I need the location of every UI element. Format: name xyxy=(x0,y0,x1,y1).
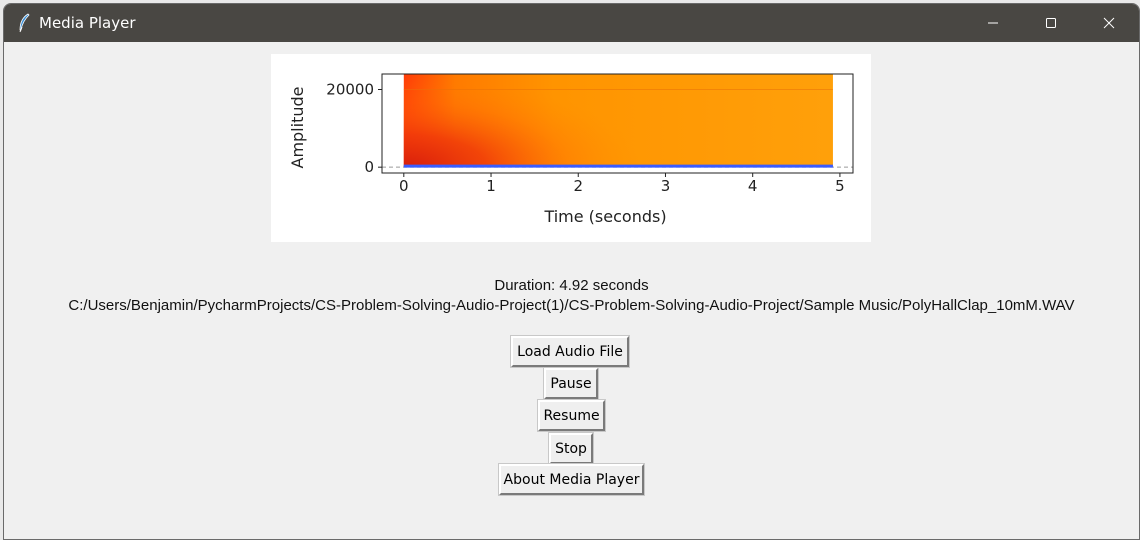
minimize-button[interactable] xyxy=(964,4,1022,42)
about-media-player-button[interactable]: About Media Player xyxy=(498,463,645,496)
title-bar[interactable]: Media Player xyxy=(4,4,1139,42)
y-tick-label: 0 xyxy=(364,158,374,176)
x-tick-label: 4 xyxy=(748,177,758,195)
maximize-icon xyxy=(1045,17,1057,29)
spectrogram-chart: 0 1 2 3 4 5 0 20000 Time (seconds) Amplitude xyxy=(288,73,854,226)
resume-button[interactable]: Resume xyxy=(537,399,606,432)
filepath-label: C:/Users/Benjamin/PycharmProjects/CS-Pro… xyxy=(68,297,1075,314)
window-title: Media Player xyxy=(39,14,136,32)
close-icon xyxy=(1103,17,1115,29)
duration-label: Duration: 4.92 seconds xyxy=(494,277,649,294)
x-tick-label: 5 xyxy=(835,177,845,195)
stop-button[interactable]: Stop xyxy=(548,432,594,465)
spectrogram-low-band xyxy=(403,74,640,168)
y-axis-label: Amplitude xyxy=(288,87,307,169)
x-axis-label: Time (seconds) xyxy=(543,207,666,226)
pause-button[interactable]: Pause xyxy=(543,367,599,400)
media-player-window: Media Player 0 1 2 3 4 5 0 20000 Time (s… xyxy=(3,3,1140,540)
minimize-icon xyxy=(987,17,999,29)
x-tick-label: 1 xyxy=(486,177,496,195)
close-button[interactable] xyxy=(1080,4,1138,42)
x-tick-label: 2 xyxy=(573,177,583,195)
maximize-button[interactable] xyxy=(1022,4,1080,42)
y-tick-label: 20000 xyxy=(326,81,374,99)
feather-icon xyxy=(17,13,31,33)
x-tick-label: 0 xyxy=(399,177,409,195)
x-tick-label: 3 xyxy=(661,177,671,195)
load-audio-file-button[interactable]: Load Audio File xyxy=(510,335,630,368)
spectrogram-plot: 0 1 2 3 4 5 0 20000 Time (seconds) Amplitude xyxy=(271,54,871,242)
